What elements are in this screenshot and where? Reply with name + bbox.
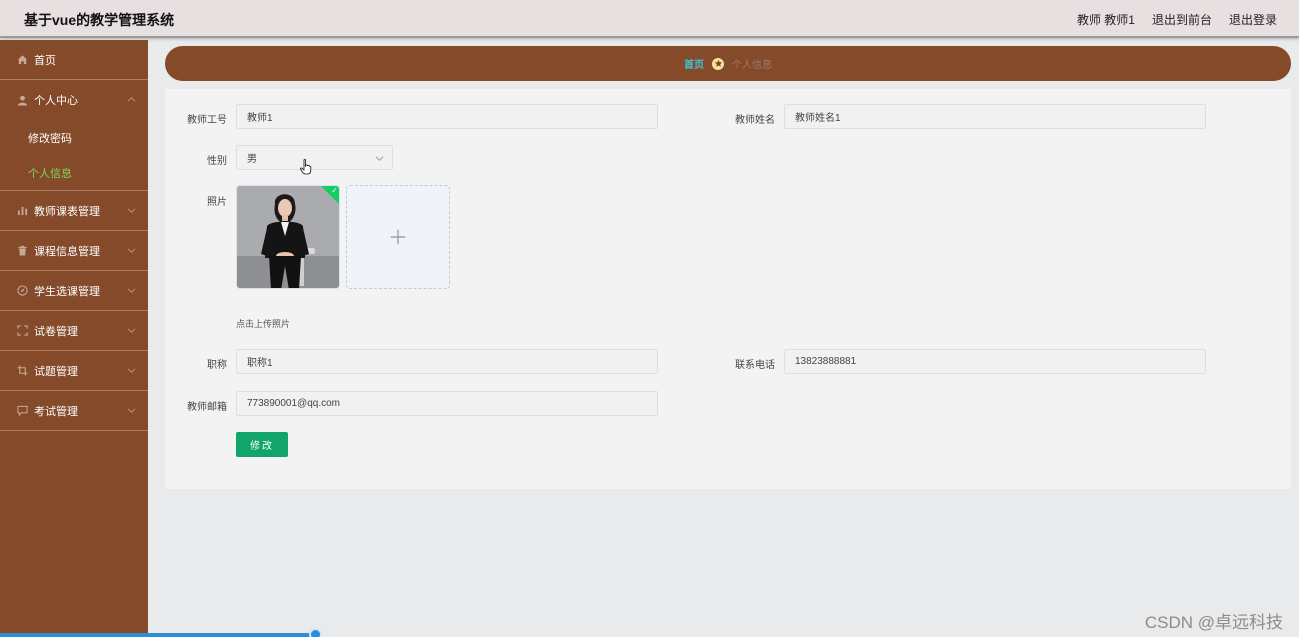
sidebar-item-course-selection[interactable]: 学生选课管理 (0, 271, 148, 311)
sidebar-item-label: 学生选课管理 (34, 285, 100, 298)
logout-link[interactable]: 退出登录 (1229, 11, 1277, 28)
gender-select-value: 男 (247, 154, 257, 165)
email-label: 教师邮箱 (187, 402, 227, 413)
compass-icon (17, 285, 28, 296)
exit-to-front-link[interactable]: 退出到前台 (1152, 11, 1212, 28)
top-header: 基于vue的教学管理系统 教师 教师1 退出到前台 退出登录 (0, 0, 1299, 38)
star-icon (712, 57, 724, 70)
sidebar-item-label: 试卷管理 (34, 325, 78, 338)
gender-select[interactable]: 男 (236, 145, 393, 170)
phone-label: 联系电话 (735, 360, 775, 371)
email-field[interactable]: 773890001@qq.com (236, 391, 658, 416)
teacher-id-field[interactable]: 教师1 (236, 104, 658, 129)
gender-label: 性别 (207, 156, 227, 167)
chevron-up-icon (127, 95, 136, 104)
sidebar-item-label: 考试管理 (34, 405, 78, 418)
job-title-label: 职称 (207, 360, 227, 371)
sidebar-subitem-change-password[interactable]: 修改密码 (0, 120, 148, 155)
header-actions: 教师 教师1 退出到前台 退出登录 (1077, 11, 1277, 28)
chevron-down-icon (127, 406, 136, 415)
submit-button[interactable]: 修改 (236, 432, 288, 457)
frame-icon (17, 325, 28, 336)
breadcrumb-current: 个人信息 (732, 60, 772, 71)
crop-icon (17, 365, 28, 376)
trash-icon (17, 245, 28, 256)
plus-icon (390, 229, 406, 245)
app-title: 基于vue的教学管理系统 (24, 12, 175, 28)
upload-photo-button[interactable] (346, 185, 450, 289)
upload-hint: 点击上传照片 (236, 319, 291, 329)
progress-bar (0, 633, 316, 637)
teacher-name-field[interactable]: 教师姓名1 (784, 104, 1206, 129)
chevron-down-icon (127, 246, 136, 255)
sidebar-subitem-personal-info[interactable]: 个人信息 (0, 155, 148, 190)
sidebar-item-exam-paper[interactable]: 试卷管理 (0, 311, 148, 351)
sidebar-group-personal: 个人中心 修改密码 个人信息 (0, 80, 148, 191)
hand-cursor-icon (300, 159, 312, 175)
uploaded-photo[interactable]: ✓ (236, 185, 340, 289)
breadcrumb: 首页 个人信息 (165, 46, 1291, 81)
chevron-down-icon (375, 154, 384, 163)
chevron-down-icon (127, 366, 136, 375)
breadcrumb-home-link[interactable]: 首页 (684, 56, 704, 71)
watermark: CSDN @卓远科技 (1144, 613, 1283, 632)
check-icon: ✓ (331, 186, 338, 195)
home-icon (17, 54, 28, 65)
chat-icon (17, 405, 28, 416)
sidebar-item-label: 个人中心 (34, 95, 78, 107)
photo-label: 照片 (207, 197, 227, 208)
personal-info-form: 教师工号 教师1 教师姓名 教师姓名1 性别 男 照片 ✓ 点击上传照片 职称 … (165, 89, 1291, 489)
chevron-down-icon (127, 286, 136, 295)
teacher-name-label: 教师姓名 (735, 115, 775, 126)
chart-icon (17, 205, 28, 216)
sidebar-item-label: 首页 (34, 54, 56, 67)
sidebar-item-home[interactable]: 首页 (0, 40, 148, 80)
sidebar-item-label: 课程信息管理 (34, 245, 100, 258)
sidebar-item-label: 试题管理 (34, 365, 78, 378)
job-title-field[interactable]: 职称1 (236, 349, 658, 374)
sidebar: 首页 个人中心 修改密码 个人信息 教师课表管理 课程信息管理 学生选课管理 试… (0, 40, 148, 637)
sidebar-item-personal-center[interactable]: 个人中心 (0, 80, 148, 120)
progress-handle[interactable] (309, 628, 322, 637)
user-icon (17, 95, 28, 106)
sidebar-item-course-info[interactable]: 课程信息管理 (0, 231, 148, 271)
teacher-id-label: 教师工号 (187, 115, 227, 126)
sidebar-item-teacher-schedule[interactable]: 教师课表管理 (0, 191, 148, 231)
sidebar-item-label: 教师课表管理 (34, 205, 100, 218)
chevron-down-icon (127, 206, 136, 215)
current-user-label: 教师 教师1 (1076, 13, 1135, 27)
phone-field[interactable]: 13823888881 (784, 349, 1206, 374)
sidebar-item-question-bank[interactable]: 试题管理 (0, 351, 148, 391)
chevron-down-icon (127, 326, 136, 335)
sidebar-item-exam-management[interactable]: 考试管理 (0, 391, 148, 431)
